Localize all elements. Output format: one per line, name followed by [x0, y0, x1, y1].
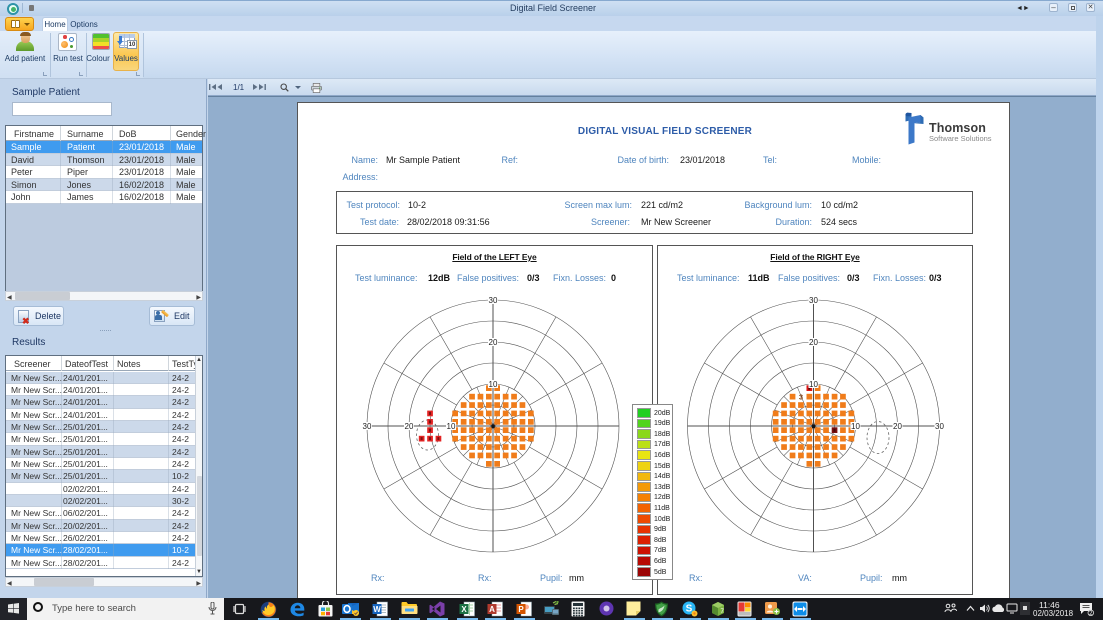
svg-text:10: 10 [851, 422, 860, 431]
svg-text:X: X [461, 605, 467, 614]
svg-text:30: 30 [363, 422, 372, 431]
svg-text:30: 30 [489, 296, 498, 305]
svg-text:20: 20 [489, 338, 498, 347]
svg-text:20: 20 [809, 338, 818, 347]
svg-text:20: 20 [405, 422, 414, 431]
svg-text:A: A [489, 605, 495, 614]
svg-text:3: 3 [799, 393, 803, 402]
svg-text:10: 10 [447, 422, 456, 431]
svg-text:30: 30 [935, 422, 944, 431]
svg-text:10: 10 [489, 380, 498, 389]
svg-text:W: W [373, 605, 381, 614]
svg-text:10: 10 [809, 380, 818, 389]
svg-text:1/1: 1/1 [233, 83, 245, 92]
svg-text:30: 30 [809, 296, 818, 305]
svg-text:20: 20 [893, 422, 902, 431]
svg-text:P: P [518, 605, 524, 614]
